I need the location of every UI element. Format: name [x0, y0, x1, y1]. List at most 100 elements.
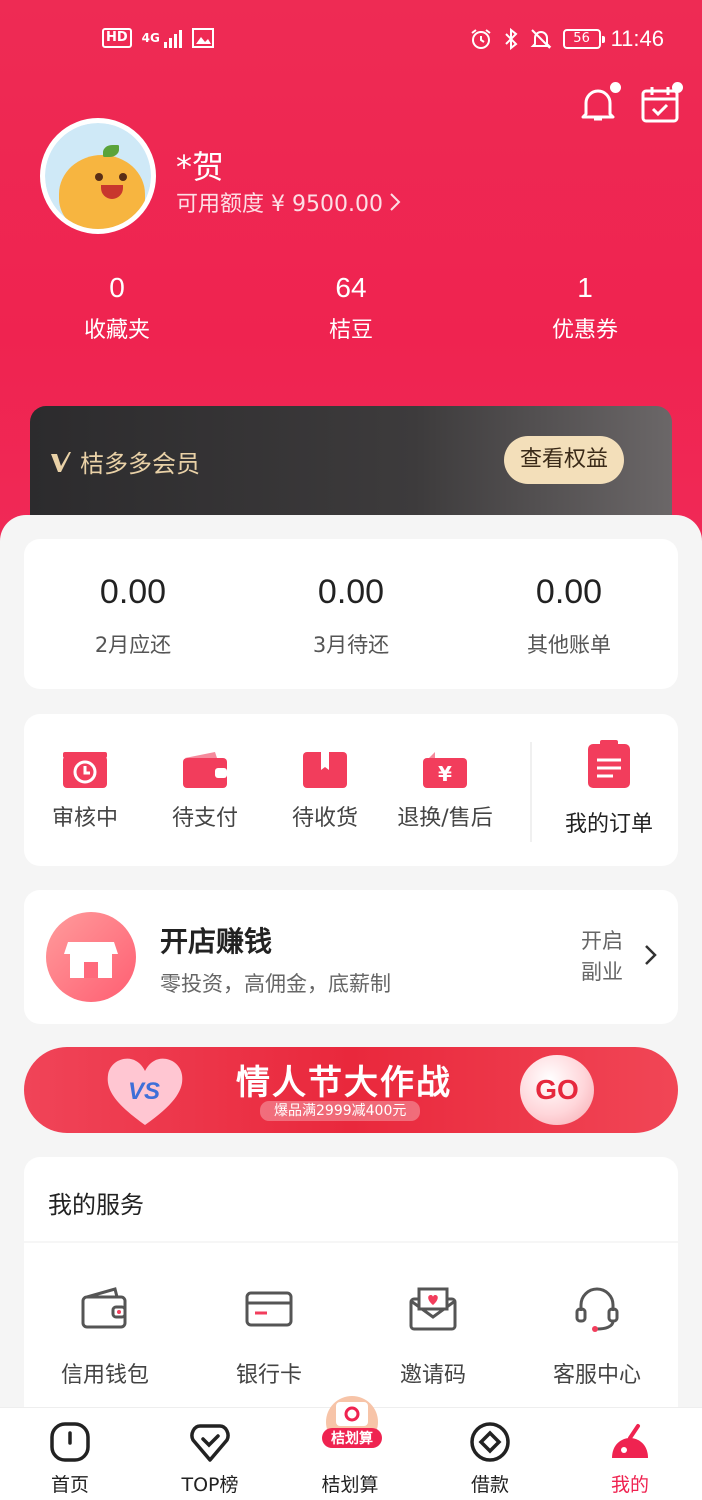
vip-title: 桔多多会员 [80, 450, 200, 478]
service-label: 客服中心 [552, 1363, 641, 1388]
bill-amount: 0.00 [317, 573, 385, 611]
tab-mine[interactable]: 我的 [580, 1420, 680, 1497]
action-line-1: 开启 [581, 929, 623, 953]
stat-label: 优惠券 [551, 318, 618, 343]
wallet-icon [79, 1285, 131, 1333]
wallet-icon [181, 750, 229, 790]
order-label: 待支付 [171, 806, 238, 831]
profile-header: HD 4G 56 11:46 *贺 可用额度 ¥ 9500.00 0 收藏夹 6… [0, 0, 702, 560]
user-name: *贺 [176, 148, 225, 186]
stat-beans[interactable]: 64 桔豆 [234, 272, 468, 344]
stat-value: 1 [577, 272, 593, 303]
signal-icon [163, 28, 182, 48]
order-under-review[interactable]: 审核中 [30, 750, 140, 832]
box-icon [301, 750, 349, 790]
valentines-promo-banner[interactable]: VS 情人节大作战 爆品满2999减400元 GO [24, 1047, 678, 1133]
vip-v-icon [51, 451, 71, 472]
status-bar: HD 4G 56 11:46 [0, 22, 702, 62]
promo-title: 情人节大作战 [236, 1063, 452, 1103]
stat-label: 桔豆 [328, 318, 373, 343]
shop-title: 开店赚钱 [160, 925, 273, 958]
profile-icon [608, 1420, 652, 1464]
chevron-right-icon [645, 945, 657, 965]
service-bank-card[interactable]: 银行卡 [194, 1285, 344, 1389]
refund-icon: ¥ [421, 750, 469, 790]
services-title: 我的服务 [48, 1191, 144, 1219]
service-label: 信用钱包 [60, 1363, 149, 1388]
tab-home[interactable]: 首页 [20, 1420, 120, 1497]
bill-label: 其他账单 [527, 633, 611, 657]
orders-card: 审核中 待支付 待收货 ¥ 退换/售后 我的订单 [24, 714, 678, 866]
image-icon [191, 28, 214, 48]
target-icon [468, 1420, 512, 1464]
vs-text: VS [128, 1078, 160, 1105]
battery-icon: 56 [562, 29, 605, 49]
clock-time: 11:46 [610, 26, 664, 51]
shop-subtitle: 零投资，高佣金，底薪制 [160, 972, 391, 996]
my-orders-button[interactable]: 我的订单 [550, 740, 668, 838]
notification-dot [610, 82, 621, 93]
deals-badge-icon: 桔划算 [322, 1396, 382, 1448]
bill-label: 2月应还 [94, 633, 172, 657]
go-button[interactable]: GO [520, 1055, 594, 1125]
available-credit[interactable]: 可用额度 ¥ 9500.00 [176, 186, 401, 218]
stat-value: 0 [109, 272, 125, 303]
bill-mar[interactable]: 0.00 3月待还 [242, 539, 460, 689]
alarm-icon [470, 29, 491, 49]
tab-loan[interactable]: 借款 [440, 1420, 540, 1497]
bill-label: 3月待还 [312, 633, 390, 657]
order-refund-aftersale[interactable]: ¥ 退换/售后 [390, 750, 500, 832]
tab-label: 桔划算 [321, 1474, 379, 1496]
order-label: 审核中 [51, 806, 118, 831]
svg-text:¥: ¥ [438, 762, 452, 786]
avatar[interactable] [40, 118, 156, 234]
bill-amount: 0.00 [535, 573, 603, 611]
service-label: 邀请码 [399, 1363, 466, 1388]
network-label: 4G [141, 31, 160, 45]
tab-label: TOP榜 [181, 1474, 239, 1496]
order-pending-receipt[interactable]: 待收货 [270, 750, 380, 832]
bottom-tab-bar: 首页 TOP榜 桔划算 桔划算 借款 我的 [0, 1396, 702, 1500]
bill-amount: 0.00 [99, 573, 167, 611]
deals-badge-text: 桔划算 [331, 1430, 373, 1447]
hd-indicator: HD [102, 28, 132, 48]
tab-label: 首页 [50, 1474, 89, 1496]
open-shop-card[interactable]: 开店赚钱 零投资，高佣金，底薪制 开启 副业 [24, 890, 678, 1024]
action-line-2: 副业 [581, 960, 623, 984]
order-pending-payment[interactable]: 待支付 [150, 750, 260, 832]
clock-icon [61, 750, 109, 790]
my-orders-label: 我的订单 [564, 812, 653, 837]
stat-value: 64 [335, 272, 367, 303]
notification-bell-icon[interactable] [578, 82, 621, 124]
tab-label: 我的 [610, 1474, 649, 1496]
mute-bell-icon [530, 29, 551, 49]
tab-top[interactable]: TOP榜 [160, 1420, 260, 1497]
divider [24, 1241, 678, 1243]
headset-icon [571, 1285, 623, 1333]
stat-favorites[interactable]: 0 收藏夹 [0, 272, 234, 344]
start-side-business-link[interactable]: 开启 副业 [580, 926, 624, 988]
bills-card: 0.00 2月应还 0.00 3月待还 0.00 其他账单 [24, 539, 678, 689]
service-invite-code[interactable]: 邀请码 [358, 1285, 508, 1389]
bill-feb[interactable]: 0.00 2月应还 [24, 539, 242, 689]
content-sheet: 0.00 2月应还 0.00 3月待还 0.00 其他账单 审核中 待支付 待收货 ¥… [0, 515, 702, 1457]
order-label: 待收货 [291, 806, 358, 831]
service-customer-center[interactable]: 客服中心 [522, 1285, 672, 1389]
heart-vs-icon: VS [107, 1058, 183, 1125]
view-benefits-button[interactable]: 查看权益 [503, 436, 624, 484]
checkin-calendar-icon[interactable] [640, 82, 683, 124]
promo-subtitle: 爆品满2999减400元 [260, 1101, 421, 1121]
service-credit-wallet[interactable]: 信用钱包 [30, 1285, 180, 1389]
storefront-icon [46, 912, 136, 1002]
bank-card-icon [243, 1285, 295, 1333]
available-credit-text: 可用额度 ¥ 9500.00 [176, 192, 383, 217]
divider [530, 742, 532, 842]
stat-coupons[interactable]: 1 优惠券 [468, 272, 702, 344]
order-list-icon [588, 740, 630, 788]
service-label: 银行卡 [235, 1363, 302, 1388]
stat-label: 收藏夹 [83, 318, 150, 343]
bill-other[interactable]: 0.00 其他账单 [460, 539, 678, 689]
heart-check-icon [188, 1420, 232, 1464]
chevron-right-icon [390, 193, 401, 211]
bluetooth-icon [504, 27, 518, 51]
